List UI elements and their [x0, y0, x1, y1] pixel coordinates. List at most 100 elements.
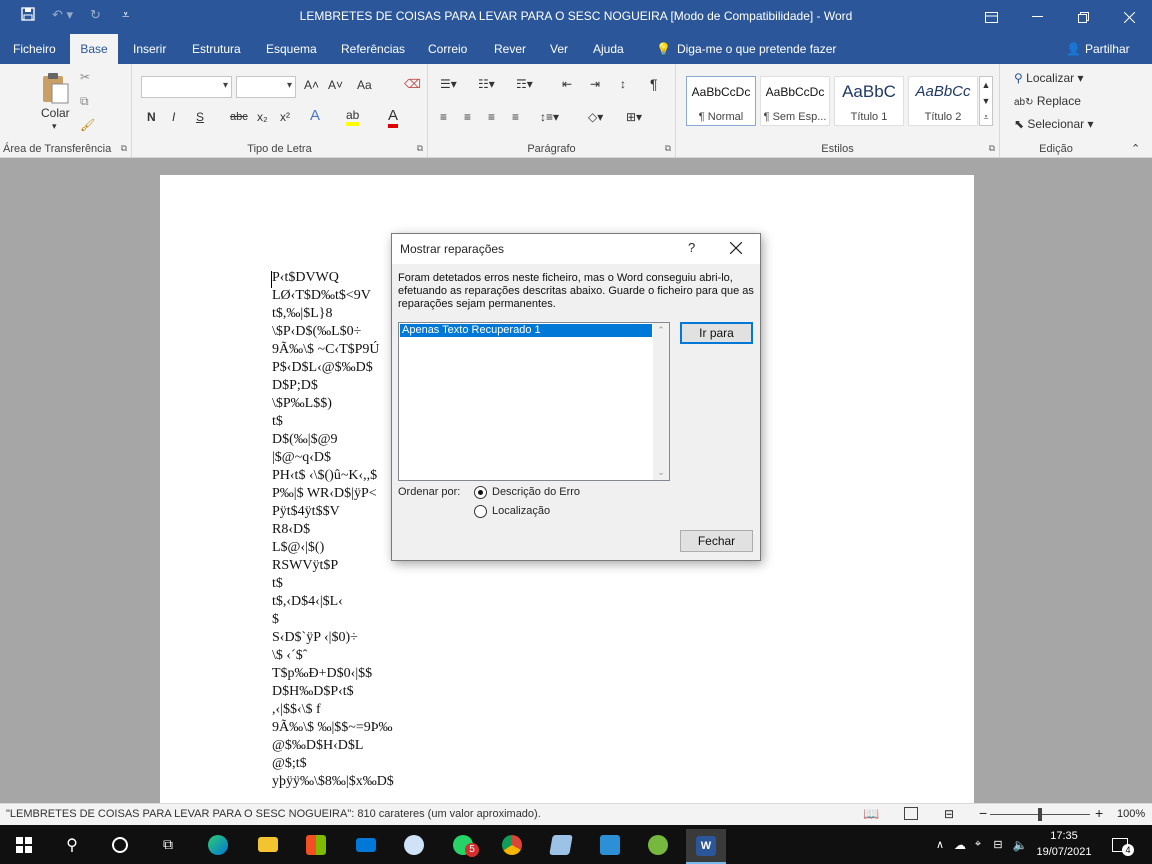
document-line[interactable]: 9Ã‰\$ ‰|$$~=9Þ‰	[272, 720, 393, 736]
styles-scroll[interactable]: ▲ ▼ ⩡	[979, 76, 993, 126]
paste-icon[interactable]	[40, 72, 70, 107]
clipboard-launcher-icon[interactable]: ⧉	[121, 143, 127, 154]
justify-icon[interactable]: ≡	[512, 110, 519, 124]
close-button[interactable]: Fechar	[680, 530, 753, 552]
print-layout-icon[interactable]	[904, 807, 918, 820]
font-color-icon[interactable]: A	[388, 107, 399, 128]
repairs-list-item[interactable]: Apenas Texto Recuperado 1	[400, 324, 652, 337]
document-line[interactable]: R8‹D$	[272, 522, 310, 538]
sort-icon[interactable]: ↕	[620, 77, 626, 91]
tab-ver[interactable]: Ver	[542, 34, 576, 64]
tab-base[interactable]: Base	[70, 34, 118, 64]
zoom-slider-thumb[interactable]	[1038, 808, 1042, 821]
document-line[interactable]: @$;t$	[272, 756, 307, 772]
onedrive-icon[interactable]: ☁	[950, 829, 970, 860]
text-effects-icon[interactable]: A	[310, 107, 320, 124]
multilevel-list-icon[interactable]: ☶▾	[516, 77, 533, 91]
document-line[interactable]: t$	[272, 576, 283, 592]
help-button[interactable]: ?	[688, 240, 695, 255]
whatsapp-icon[interactable]: 5	[443, 829, 483, 860]
tab-ajuda[interactable]: Ajuda	[585, 34, 632, 64]
network-icon[interactable]: ⊟	[988, 829, 1008, 860]
edge-icon[interactable]	[198, 829, 238, 860]
action-center-icon[interactable]: 4	[1100, 829, 1140, 860]
show-marks-icon[interactable]: ¶	[650, 76, 658, 92]
tab-estrutura[interactable]: Estrutura	[184, 34, 249, 64]
document-line[interactable]: ,‹|$$‹\$ f	[272, 702, 321, 718]
find-button[interactable]: ⚲ Localizar ▾	[1014, 71, 1084, 85]
collapse-ribbon-icon[interactable]: ⌃	[1131, 142, 1140, 155]
decrease-indent-icon[interactable]: ⇤	[562, 77, 572, 91]
underline-button[interactable]: S	[196, 110, 204, 124]
minimize-button[interactable]	[1014, 0, 1060, 34]
document-line[interactable]: RSWVÿt$P	[272, 558, 338, 574]
select-button[interactable]: ⬉ Selecionar ▾	[1014, 117, 1093, 131]
replace-button[interactable]: ab↻ Replace	[1014, 94, 1081, 108]
paste-label[interactable]: Colar	[41, 106, 70, 120]
line-spacing-icon[interactable]: ↕≡▾	[540, 110, 559, 124]
file-explorer-icon[interactable]	[248, 829, 288, 860]
align-right-icon[interactable]: ≡	[488, 110, 495, 124]
read-mode-icon[interactable]: 📖	[863, 806, 879, 822]
ribbon-display-options-icon[interactable]	[968, 0, 1014, 34]
web-layout-icon[interactable]: ⊟	[944, 807, 954, 821]
bold-button[interactable]: N	[147, 110, 156, 124]
tab-correio[interactable]: Correio	[420, 34, 475, 64]
location-icon[interactable]: ⌖	[968, 829, 988, 860]
numbering-icon[interactable]: ☷▾	[478, 77, 495, 91]
document-line[interactable]: \$P‹D$(‰L$0÷	[272, 324, 361, 340]
tab-esquema[interactable]: Esquema	[258, 34, 325, 64]
italic-button[interactable]: I	[172, 110, 175, 124]
document-line[interactable]: yþÿÿ‰\$8‰|$x‰D$	[272, 774, 394, 790]
document-line[interactable]: D$P;D$	[272, 378, 318, 394]
font-size-combo[interactable]	[236, 76, 296, 98]
document-line[interactable]: D$(‰|$@9	[272, 432, 337, 448]
shrink-font-button[interactable]: A˅	[328, 78, 343, 92]
tab-rever[interactable]: Rever	[486, 34, 534, 64]
task-view-icon[interactable]: ⧉	[148, 829, 188, 860]
remote-desktop-icon[interactable]	[590, 829, 630, 860]
close-window-button[interactable]	[1106, 0, 1152, 34]
word-count-status[interactable]: "LEMBRETES DE COISAS PARA LEVAR PARA O S…	[6, 808, 541, 820]
style-heading-1[interactable]: AaBbC Título 1	[834, 76, 904, 126]
mail-icon[interactable]	[346, 829, 386, 860]
align-center-icon[interactable]: ≡	[464, 110, 471, 124]
highlight-icon[interactable]: ab	[346, 108, 360, 126]
tab-referencias[interactable]: Referências	[333, 34, 413, 64]
shading-icon[interactable]: ◇▾	[588, 110, 603, 124]
document-line[interactable]: PH‹t$ ‹\$()û~K‹,,$	[272, 468, 377, 484]
bullets-icon[interactable]: ☰▾	[440, 77, 457, 91]
store-icon[interactable]	[296, 829, 336, 860]
zoom-level[interactable]: 100%	[1117, 808, 1145, 820]
document-line[interactable]: D$H‰D$P‹t$	[272, 684, 354, 700]
document-line[interactable]: $	[272, 612, 279, 628]
document-line[interactable]: t$,‹D$4‹|$L‹	[272, 594, 343, 610]
document-line[interactable]: t$	[272, 414, 283, 430]
cut-icon[interactable]: ✂	[80, 70, 90, 84]
document-line[interactable]: Pÿt$4ÿt$$V	[272, 504, 340, 520]
document-line[interactable]: P$‹D$L‹@$‰D$	[272, 360, 373, 376]
clear-formatting-icon[interactable]: ⌫	[404, 77, 421, 91]
document-line[interactable]: 9Ã‰\$ ~C‹T$P9Ú	[272, 342, 380, 358]
style-normal[interactable]: AaBbCcDc ¶ Normal	[686, 76, 756, 126]
outlook-icon[interactable]	[394, 829, 434, 860]
document-line[interactable]: P‰|$ WR‹D$|ÿP<	[272, 486, 377, 502]
strikethrough-button[interactable]: abc	[230, 111, 248, 123]
goto-button[interactable]: Ir para	[680, 322, 753, 344]
document-line[interactable]: L$@‹|$()	[272, 540, 324, 556]
font-name-combo[interactable]	[141, 76, 232, 98]
document-line[interactable]: \$P‰L$$)	[272, 396, 332, 412]
dialog-close-icon[interactable]	[729, 241, 743, 257]
change-case-button[interactable]: Aa	[357, 78, 372, 92]
restore-button[interactable]	[1060, 0, 1106, 34]
document-line[interactable]: \$ ‹´$ˆ	[272, 648, 307, 664]
paragraph-launcher-icon[interactable]: ⧉	[665, 143, 671, 154]
search-icon[interactable]: ⚲	[52, 829, 92, 860]
paste-dropdown-icon[interactable]: ▾	[52, 121, 57, 132]
tab-inserir[interactable]: Inserir	[125, 34, 174, 64]
document-line[interactable]: T$p‰Ð+D$0‹|$$	[272, 666, 372, 682]
style-no-spacing[interactable]: AaBbCcDc ¶ Sem Esp...	[760, 76, 830, 126]
document-line[interactable]: |$@~q‹D$	[272, 450, 331, 466]
tell-me-box[interactable]: 💡 Diga-me o que pretende fazer	[648, 34, 844, 64]
notes-icon[interactable]	[541, 829, 581, 860]
